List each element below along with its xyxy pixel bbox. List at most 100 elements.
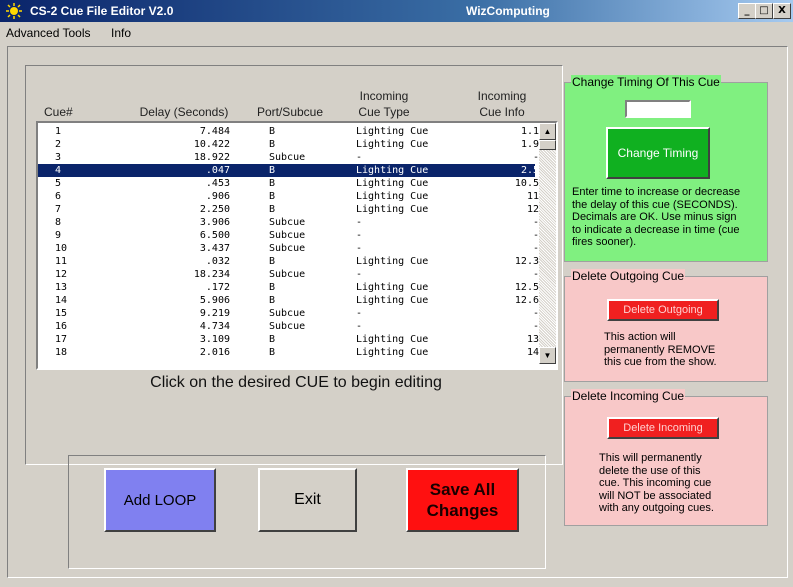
cell-type: Lighting Cue (356, 282, 429, 293)
cell-delay: .453 (205, 178, 230, 189)
delete-outgoing-description: This action will permanently REMOVE this… (604, 331, 717, 368)
cell-port: Subcue (269, 217, 306, 228)
table-row[interactable]: 15 9.219 Subcue - - (38, 307, 539, 320)
minimize-button[interactable]: _ (738, 3, 756, 19)
cell-delay: .032 (205, 256, 230, 267)
delete-outgoing-title: Delete Outgoing Cue (571, 269, 686, 283)
window-title: CS-2 Cue File Editor V2.0 (30, 4, 174, 18)
cell-type: Lighting Cue (356, 334, 429, 345)
table-row[interactable]: 4 .047 B Lighting Cue 2.5 (38, 164, 539, 177)
cell-info: - (532, 269, 539, 280)
delete-incoming-button[interactable]: Delete Incoming (607, 417, 719, 439)
cell-delay: 18.922 (193, 152, 230, 163)
cell-info: - (532, 321, 539, 332)
add-loop-button[interactable]: Add LOOP (104, 468, 216, 532)
cell-info: 1.9 (520, 139, 539, 150)
cell-info: - (532, 217, 539, 228)
company-name: WizComputing (466, 4, 550, 18)
table-row[interactable]: 16 4.734 Subcue - - (38, 320, 539, 333)
table-row[interactable]: 2 10.422 B Lighting Cue 1.9 (38, 138, 539, 151)
instruction-text: Click on the desired CUE to begin editin… (150, 374, 442, 391)
cell-port: B (269, 191, 276, 202)
cell-delay: .047 (205, 165, 230, 176)
scrollbar[interactable]: ▲ ▼ (539, 123, 556, 364)
table-row[interactable]: 5 .453 B Lighting Cue 10.5 (38, 177, 539, 190)
table-row[interactable]: 14 5.906 B Lighting Cue 12.6 (38, 294, 539, 307)
cell-info: 14 (526, 347, 539, 358)
cell-cue: 2 (55, 139, 62, 150)
cell-delay: .172 (205, 282, 230, 293)
cell-delay: .906 (205, 191, 230, 202)
cell-port: B (269, 282, 276, 293)
delete-outgoing-button[interactable]: Delete Outgoing (607, 299, 719, 321)
sun-icon (6, 3, 22, 19)
cue-listbox[interactable]: 1 7.484 B Lighting Cue 1.1 2 10.422 B Lighting C… (36, 121, 558, 370)
delete-incoming-description: This will permanently delete the use of … (599, 452, 714, 514)
table-row[interactable]: 11 .032 B Lighting Cue 12.3 (38, 255, 539, 268)
cell-port: B (269, 165, 276, 176)
cell-info: - (532, 230, 539, 241)
cell-type: - (356, 243, 363, 254)
cell-type: Lighting Cue (356, 204, 429, 215)
cell-port: Subcue (269, 243, 306, 254)
title-bar: CS-2 Cue File Editor V2.0 WizComputing _… (0, 0, 793, 22)
cell-port: Subcue (269, 269, 306, 280)
cell-type: Lighting Cue (356, 165, 429, 176)
cell-port: Subcue (269, 321, 306, 332)
cell-info: 12 (526, 204, 539, 215)
table-row[interactable]: 3 18.922 Subcue - - (38, 151, 539, 164)
maximize-button[interactable]: □ (755, 3, 773, 19)
change-timing-button[interactable]: Change Timing (606, 127, 710, 179)
menu-advanced-tools[interactable]: Advanced Tools (6, 26, 91, 40)
cell-info: - (532, 152, 539, 163)
cell-info: - (532, 243, 539, 254)
cell-type: - (356, 230, 363, 241)
cell-cue: 3 (55, 152, 62, 163)
table-row[interactable]: 8 3.906 Subcue - - (38, 216, 539, 229)
save-all-changes-button[interactable]: Save All Changes (406, 468, 519, 532)
cell-delay: 4.734 (199, 321, 230, 332)
cell-type: Lighting Cue (356, 178, 429, 189)
timing-input[interactable] (625, 100, 691, 118)
cell-info: 2.5 (520, 165, 539, 176)
header-incoming-cue-type: Incoming Cue Type (358, 89, 410, 119)
change-timing-description: Enter time to increase or decrease the d… (572, 186, 741, 248)
table-row[interactable]: 18 2.016 B Lighting Cue 14 (38, 346, 539, 359)
cell-cue: 1 (55, 126, 62, 137)
cell-delay: 3.109 (199, 334, 230, 345)
header-incoming-cue-info: Incoming Cue Info (477, 89, 527, 119)
cell-delay: 3.906 (199, 217, 230, 228)
scroll-thumb[interactable] (539, 140, 556, 150)
cell-port: B (269, 256, 276, 267)
cell-cue: 5 (55, 178, 62, 189)
table-row[interactable]: 13 .172 B Lighting Cue 12.5 (38, 281, 539, 294)
cell-port: B (269, 347, 276, 358)
cell-cue: 13 (55, 282, 68, 293)
scroll-down-button[interactable]: ▼ (539, 347, 556, 364)
cell-info: 12.3 (514, 256, 539, 267)
cell-delay: 7.484 (199, 126, 230, 137)
table-row[interactable]: 17 3.109 B Lighting Cue 13 (38, 333, 539, 346)
table-row[interactable]: 7 2.250 B Lighting Cue 12 (38, 203, 539, 216)
cell-cue: 14 (55, 295, 68, 306)
cell-port: B (269, 126, 276, 137)
cell-type: Lighting Cue (356, 126, 429, 137)
cell-cue: 7 (55, 204, 62, 215)
exit-button[interactable]: Exit (258, 468, 357, 532)
table-row[interactable]: 9 6.500 Subcue - - (38, 229, 539, 242)
table-row[interactable]: 12 18.234 Subcue - - (38, 268, 539, 281)
cell-port: Subcue (269, 152, 306, 163)
table-row[interactable]: 6 .906 B Lighting Cue 11 (38, 190, 539, 203)
cell-type: Lighting Cue (356, 256, 429, 267)
cell-delay: 3.437 (199, 243, 230, 254)
header-port: Port/Subcue (256, 105, 324, 119)
menu-info[interactable]: Info (111, 26, 131, 40)
cell-port: B (269, 334, 276, 345)
table-row[interactable]: 10 3.437 Subcue - - (38, 242, 539, 255)
cell-cue: 4 (55, 165, 62, 176)
delete-incoming-title: Delete Incoming Cue (571, 389, 686, 403)
cell-type: Lighting Cue (356, 347, 429, 358)
table-row[interactable]: 1 7.484 B Lighting Cue 1.1 (38, 125, 539, 138)
close-button[interactable]: X (773, 3, 791, 19)
scroll-up-button[interactable]: ▲ (539, 123, 556, 140)
